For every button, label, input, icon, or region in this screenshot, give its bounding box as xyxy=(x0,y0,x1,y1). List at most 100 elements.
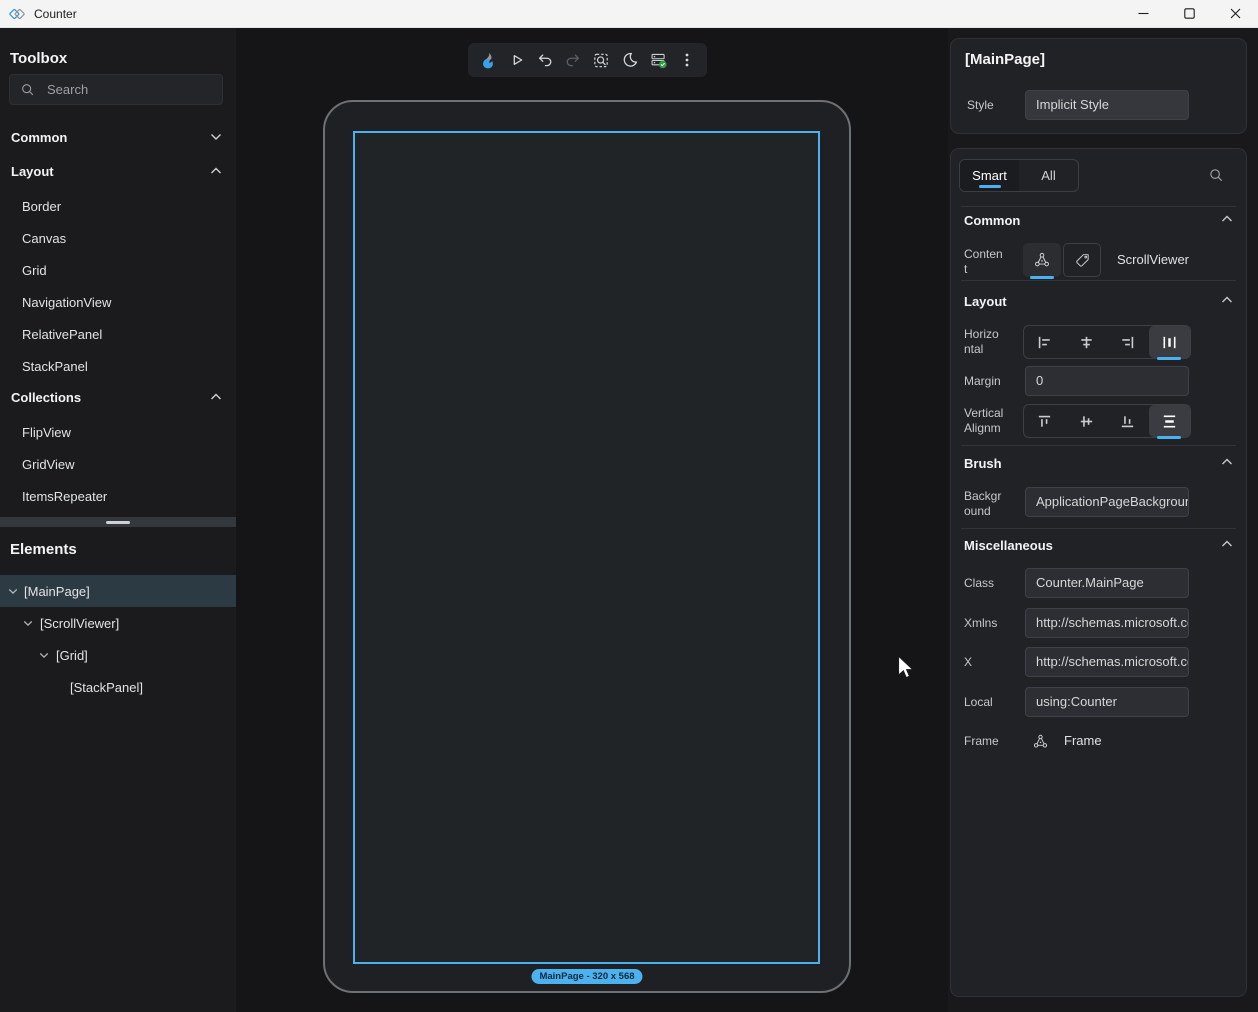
element-tree-item-scrollviewer[interactable]: [ScrollViewer] xyxy=(0,607,236,639)
chevron-up-icon xyxy=(210,167,222,175)
chevron-up-icon[interactable] xyxy=(1221,458,1233,466)
tag-icon xyxy=(1074,252,1091,269)
chevron-down-icon[interactable] xyxy=(23,620,33,627)
toolbox-item-label: RelativePanel xyxy=(22,327,102,342)
toolbox-item-navigationview[interactable]: NavigationView xyxy=(0,286,236,318)
toolbox-item-gridview[interactable]: GridView xyxy=(0,448,236,480)
chevron-up-icon[interactable] xyxy=(1221,540,1233,548)
play-icon[interactable] xyxy=(504,47,530,73)
selected-element-title: [MainPage] xyxy=(965,51,1045,68)
chevron-down-icon[interactable] xyxy=(39,652,49,659)
section-label: Common xyxy=(11,130,67,145)
element-tree-item-grid[interactable]: [Grid] xyxy=(0,639,236,671)
element-label: [MainPage] xyxy=(24,584,90,599)
toolbox-item-flipview[interactable]: FlipView xyxy=(0,416,236,448)
background-field[interactable]: ApplicationPageBackground xyxy=(1025,487,1189,517)
toolbox-item-itemsrepeater[interactable]: ItemsRepeater xyxy=(0,480,236,512)
tag-mode-button[interactable] xyxy=(1063,243,1101,277)
mainpage-design-surface[interactable] xyxy=(353,131,820,964)
chevron-down-icon[interactable] xyxy=(8,588,18,595)
hot-reload-flame-icon[interactable] xyxy=(475,47,501,73)
toolbox-section-layout[interactable]: Layout xyxy=(0,155,236,187)
style-field[interactable]: Implicit Style xyxy=(1025,90,1189,120)
align-top-button[interactable] xyxy=(1024,405,1066,437)
vertical-alignment-label: Vertical Alignm xyxy=(964,406,1020,436)
element-icon xyxy=(1033,251,1051,269)
panel-splitter[interactable] xyxy=(0,517,236,527)
x-value: http://schemas.microsoft.com xyxy=(1036,654,1189,669)
design-canvas[interactable]: MainPage - 320 x 568 xyxy=(236,28,948,1012)
element-mode-button[interactable] xyxy=(1023,243,1061,277)
toolbox-item-label: Border xyxy=(22,199,61,214)
toolbox-section-common[interactable]: Common xyxy=(0,121,236,153)
toolbox-panel: Toolbox Common Layout Border Canvas Grid… xyxy=(0,28,236,1012)
properties-panel: [MainPage] Style Implicit Style Smart Al… xyxy=(948,28,1258,1012)
redo-icon[interactable] xyxy=(560,47,586,73)
divider xyxy=(961,206,1236,207)
toolbox-item-label: GridView xyxy=(22,457,75,472)
chevron-up-icon xyxy=(210,393,222,401)
xmlns-label: Xmlns xyxy=(964,608,1020,638)
toolbox-section-collections[interactable]: Collections xyxy=(0,381,236,413)
undo-icon[interactable] xyxy=(532,47,558,73)
page-size-badge: MainPage - 320 x 568 xyxy=(531,969,642,984)
chevron-up-icon[interactable] xyxy=(1221,296,1233,304)
align-right-button[interactable] xyxy=(1107,326,1149,358)
content-label: Conten t xyxy=(964,247,1020,277)
toolbox-item-canvas[interactable]: Canvas xyxy=(0,222,236,254)
x-field[interactable]: http://schemas.microsoft.com xyxy=(1025,647,1189,677)
close-button[interactable] xyxy=(1212,0,1258,27)
element-icon xyxy=(1032,733,1049,750)
local-field[interactable]: using:Counter xyxy=(1025,687,1189,717)
margin-label: Margin xyxy=(964,366,1020,396)
search-input[interactable] xyxy=(45,81,195,98)
local-label: Local xyxy=(964,687,1020,717)
toolbox-search[interactable] xyxy=(9,74,223,105)
zoom-to-fit-icon[interactable] xyxy=(589,47,615,73)
xmlns-field[interactable]: http://schemas.microsoft.com xyxy=(1025,608,1189,638)
toolbox-item-label: Canvas xyxy=(22,231,66,246)
window-title: Counter xyxy=(34,7,77,21)
x-label: X xyxy=(964,647,1020,677)
toolbox-item-label: FlipView xyxy=(22,425,71,440)
background-value: ApplicationPageBackground xyxy=(1036,494,1189,509)
property-tabs: Smart All xyxy=(959,159,1079,192)
style-value: Implicit Style xyxy=(1036,97,1109,112)
window-controls xyxy=(1120,0,1258,27)
align-left-button[interactable] xyxy=(1024,326,1066,358)
theme-moon-icon[interactable] xyxy=(617,47,643,73)
align-middle-button[interactable] xyxy=(1066,405,1108,437)
margin-value: 0 xyxy=(1036,373,1043,388)
element-tree-item-mainpage[interactable]: [MainPage] xyxy=(0,575,236,607)
toolbox-item-stackpanel[interactable]: StackPanel xyxy=(0,350,236,382)
background-label: Backgr ound xyxy=(964,489,1020,519)
titlebar: Counter xyxy=(0,0,1258,28)
xmlns-value: http://schemas.microsoft.com xyxy=(1036,615,1189,630)
align-center-button[interactable] xyxy=(1066,326,1108,358)
toolbox-item-grid[interactable]: Grid xyxy=(0,254,236,286)
align-stretch-button[interactable] xyxy=(1149,326,1191,358)
toolbox-title: Toolbox xyxy=(10,50,67,67)
chevron-up-icon[interactable] xyxy=(1221,215,1233,223)
divider xyxy=(961,280,1236,281)
frame-value: Frame xyxy=(1064,729,1102,753)
align-bottom-button[interactable] xyxy=(1107,405,1149,437)
toolbox-item-relativepanel[interactable]: RelativePanel xyxy=(0,318,236,350)
minimize-button[interactable] xyxy=(1120,0,1166,27)
maximize-button[interactable] xyxy=(1166,0,1212,27)
toolbox-item-border[interactable]: Border xyxy=(0,190,236,222)
style-label: Style xyxy=(967,90,1023,120)
element-label: [StackPanel] xyxy=(70,680,143,695)
tab-all[interactable]: All xyxy=(1019,160,1078,191)
section-layout-title: Layout xyxy=(964,294,1007,309)
margin-field[interactable]: 0 xyxy=(1025,366,1189,396)
property-search-icon[interactable] xyxy=(1208,167,1224,183)
toolbox-item-label: ItemsRepeater xyxy=(22,489,107,504)
align-stretch-vertical-button[interactable] xyxy=(1149,405,1191,437)
class-field[interactable]: Counter.MainPage xyxy=(1025,568,1189,598)
tab-smart[interactable]: Smart xyxy=(960,160,1019,191)
connected-status-icon[interactable] xyxy=(645,47,671,73)
more-options-icon[interactable] xyxy=(674,47,700,73)
element-tree-item-stackpanel[interactable]: [StackPanel] xyxy=(0,671,236,703)
splitter-grip-icon xyxy=(106,521,130,524)
